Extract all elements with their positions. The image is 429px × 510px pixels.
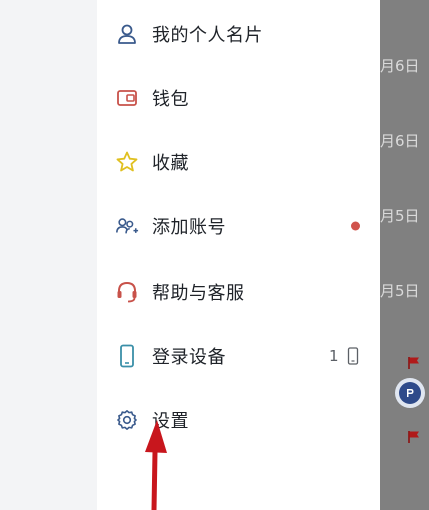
annotation-arrow bbox=[145, 420, 167, 510]
